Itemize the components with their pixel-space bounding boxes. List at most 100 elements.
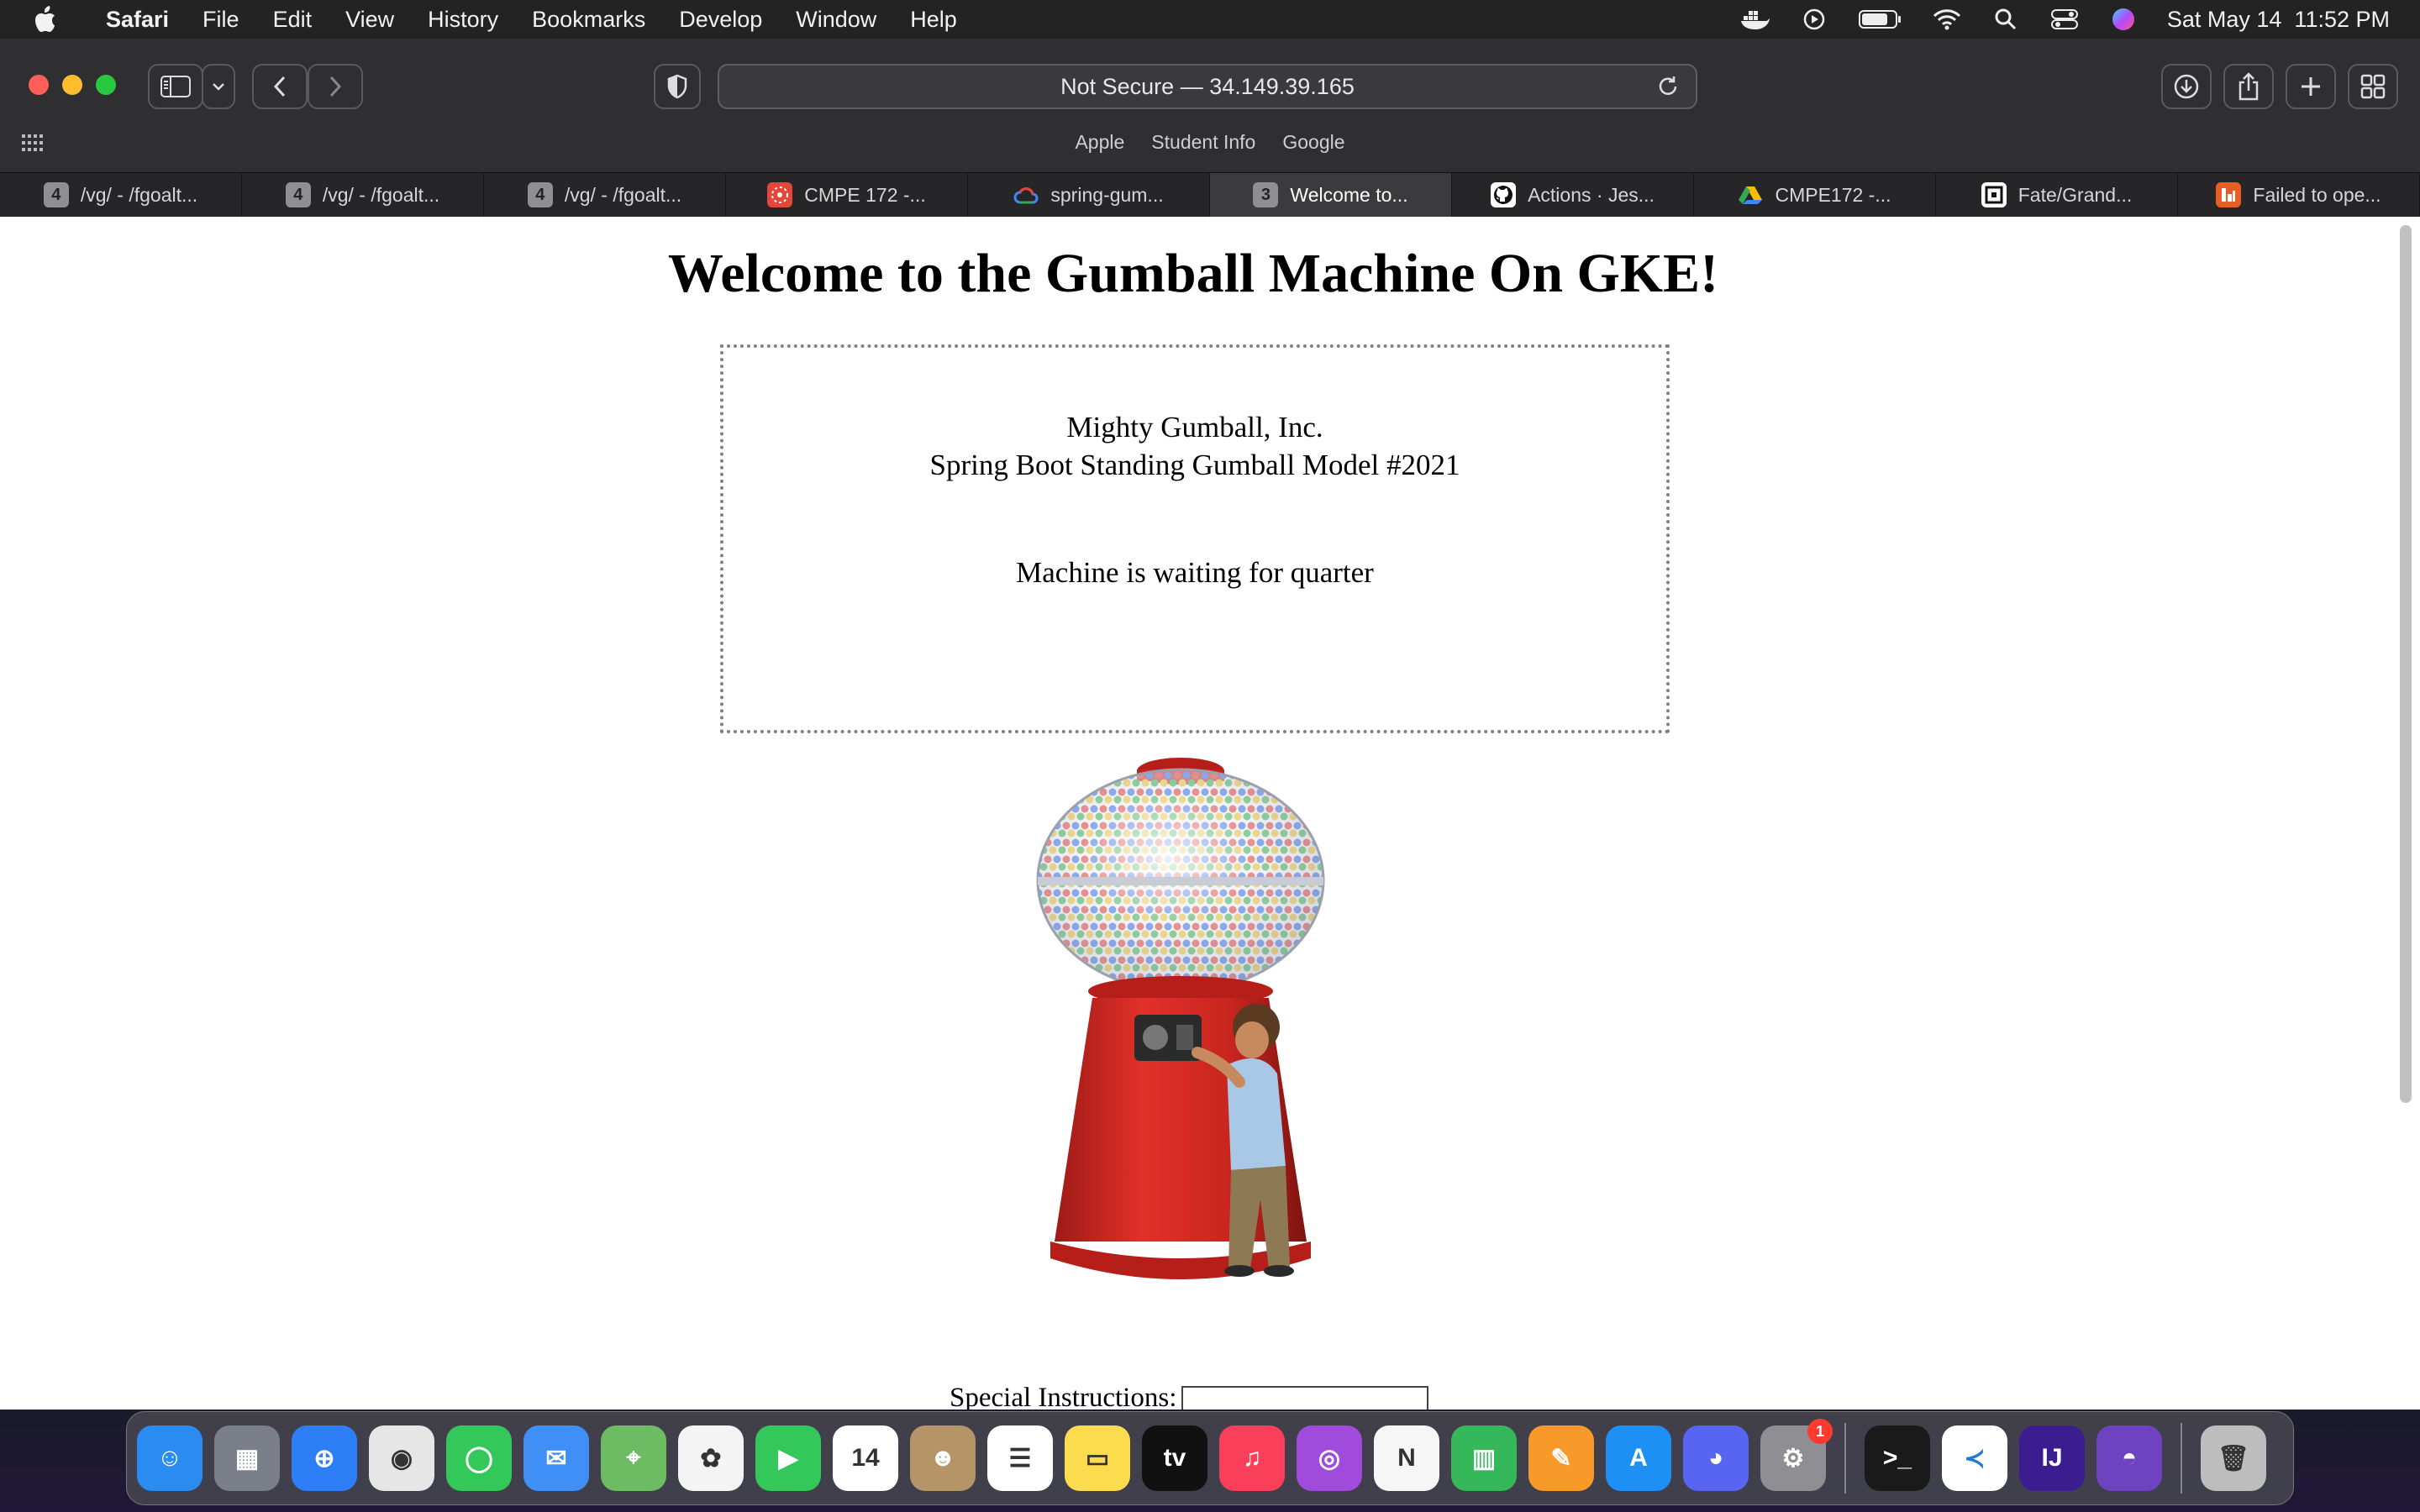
dock-calendar-icon[interactable]: 14	[833, 1425, 898, 1491]
share-button[interactable]	[2223, 64, 2274, 109]
dock-github-desktop-icon[interactable]: ◓	[2096, 1425, 2162, 1491]
dock-chrome-icon[interactable]: ◉	[369, 1425, 434, 1491]
window-zoom-button[interactable]	[96, 75, 116, 95]
media-play-icon[interactable]	[1799, 7, 1829, 32]
dock-pages-icon[interactable]: ✎	[1528, 1425, 1594, 1491]
model-name: Spring Boot Standing Gumball Model #2021	[929, 449, 1460, 481]
tab-bar: 4 /vg/ - /fgoalt... 4 /vg/ - /fgoalt... …	[0, 173, 2420, 217]
dock-separator	[2181, 1423, 2182, 1494]
special-instructions-input[interactable]	[1181, 1386, 1428, 1410]
dock-safari-icon[interactable]: ⊕	[292, 1425, 357, 1491]
dock-photos-icon[interactable]: ✿	[678, 1425, 744, 1491]
sidebar-toggle-button[interactable]	[148, 64, 203, 109]
dock-numbers-icon[interactable]: ▥	[1451, 1425, 1517, 1491]
menu-view[interactable]: View	[329, 0, 411, 39]
tab-overview-button[interactable]	[2348, 64, 2398, 109]
tab-label: Fate/Grand...	[2018, 183, 2133, 206]
menu-edit[interactable]: Edit	[256, 0, 329, 39]
window-minimize-button[interactable]	[62, 75, 82, 95]
tab-welcome-active[interactable]: 3 Welcome to...	[1210, 173, 1452, 217]
share-icon	[2238, 72, 2259, 101]
dock-terminal-icon[interactable]: >_	[1865, 1425, 1930, 1491]
forward-button[interactable]	[308, 64, 363, 109]
tab-badge-icon: 3	[1253, 182, 1279, 207]
tab-fate-grand[interactable]: Fate/Grand...	[1936, 173, 2178, 217]
google-cloud-icon	[1013, 182, 1039, 207]
canvas-icon	[767, 182, 793, 207]
dock-maps-icon[interactable]: ⌖	[601, 1425, 666, 1491]
tab-label: /vg/ - /fgoalt...	[564, 183, 682, 206]
reload-icon[interactable]	[1655, 74, 1681, 99]
menu-window[interactable]: Window	[779, 0, 893, 39]
dock-launchpad-icon[interactable]: ▦	[214, 1425, 280, 1491]
favorite-apple[interactable]: Apple	[1075, 131, 1124, 154]
dock-intellij-icon[interactable]: IJ	[2019, 1425, 2085, 1491]
chevron-left-icon	[273, 76, 286, 97]
tab-vg-2[interactable]: 4 /vg/ - /fgoalt...	[242, 173, 484, 217]
dock-trash-icon[interactable]: 🗑	[2201, 1425, 2266, 1491]
tab-label: CMPE172 -...	[1775, 183, 1891, 206]
dock-podcasts-icon[interactable]: ◎	[1297, 1425, 1362, 1491]
tab-spring-gumball[interactable]: spring-gum...	[968, 173, 1210, 217]
dock-reminders-icon[interactable]: ☰	[987, 1425, 1053, 1491]
dock-discord-icon[interactable]: ◕	[1683, 1425, 1749, 1491]
machine-state: Machine is waiting for quarter	[1016, 556, 1374, 589]
chevron-down-icon	[213, 83, 224, 91]
tab-vg-1[interactable]: 4 /vg/ - /fgoalt...	[0, 173, 242, 217]
wifi-icon[interactable]	[1932, 7, 1962, 32]
back-button[interactable]	[252, 64, 308, 109]
window-close-button[interactable]	[29, 75, 49, 95]
dock-notes-icon[interactable]: ▭	[1065, 1425, 1130, 1491]
dock-vscode-icon[interactable]: ≺	[1942, 1425, 2007, 1491]
tab-cmpe172-canvas[interactable]: CMPE 172 -...	[726, 173, 968, 217]
dock-system-preferences-icon[interactable]: ⚙ 1	[1760, 1419, 1833, 1491]
menu-clock[interactable]: Sat May 14 11:52 PM	[2167, 7, 2390, 33]
spotlight-search-icon[interactable]	[1991, 7, 2021, 32]
page-scrollbar[interactable]	[2400, 225, 2412, 1103]
grid-icon	[2360, 74, 2386, 99]
dock-music-icon[interactable]: ♫	[1219, 1425, 1285, 1491]
menu-help[interactable]: Help	[893, 0, 974, 39]
warning-icon	[2216, 182, 2242, 207]
menu-file[interactable]: File	[186, 0, 256, 39]
tab-vg-3[interactable]: 4 /vg/ - /fgoalt...	[484, 173, 726, 217]
favorite-student-info[interactable]: Student Info	[1151, 131, 1255, 154]
download-icon	[2174, 74, 2199, 99]
battery-icon[interactable]	[1858, 7, 1903, 32]
web-page: Welcome to the Gumball Machine On GKE! M…	[0, 217, 2420, 1410]
dock-tv-icon[interactable]: tv	[1142, 1425, 1207, 1491]
menu-develop[interactable]: Develop	[662, 0, 779, 39]
company-name: Mighty Gumball, Inc.	[1066, 411, 1323, 444]
menu-bookmarks[interactable]: Bookmarks	[515, 0, 662, 39]
privacy-report-button[interactable]	[654, 64, 701, 109]
dock-contacts-icon[interactable]: ☻	[910, 1425, 976, 1491]
favorite-google[interactable]: Google	[1282, 131, 1344, 154]
menu-app-safari[interactable]: Safari	[89, 0, 186, 39]
dock: ☺ ▦ ⊕ ◉ ◯ ✉ ⌖ ✿ ▶ 14 ☻ ☰ ▭ tv ♫ ◎ N ▥ ✎ A ◕ ⚙ 1 >_ ≺ IJ ◓ 🗑	[126, 1411, 2294, 1505]
tab-github-actions[interactable]: Actions · Jes...	[1452, 173, 1694, 217]
sidebar-dropdown-button[interactable]	[202, 64, 235, 109]
dock-finder-icon[interactable]: ☺	[137, 1425, 203, 1491]
dock-mail-icon[interactable]: ✉	[523, 1425, 589, 1491]
tab-cmpe172-drive[interactable]: CMPE172 -...	[1694, 173, 1936, 217]
siri-icon[interactable]	[2108, 7, 2139, 32]
docker-icon[interactable]	[1740, 7, 1770, 32]
dock-messages-icon[interactable]: ◯	[446, 1425, 512, 1491]
tab-failed-to-open[interactable]: Failed to ope...	[2178, 173, 2420, 217]
tab-label: Failed to ope...	[2253, 183, 2381, 206]
dock-app-store-icon[interactable]: A	[1606, 1425, 1671, 1491]
dock-news-icon[interactable]: N	[1374, 1425, 1439, 1491]
apple-menu-icon[interactable]	[30, 6, 64, 33]
address-bar[interactable]: Not Secure — 34.149.39.165	[718, 64, 1697, 109]
dock-facetime-icon[interactable]: ▶	[755, 1425, 821, 1491]
address-text: Not Secure — 34.149.39.165	[1060, 73, 1355, 99]
new-tab-button[interactable]	[2286, 64, 2336, 109]
tab-label: CMPE 172 -...	[804, 183, 926, 206]
favorites-bar: Apple Student Info Google	[0, 131, 2420, 154]
control-center-icon[interactable]	[2049, 7, 2080, 32]
downloads-button[interactable]	[2161, 64, 2212, 109]
menu-history[interactable]: History	[411, 0, 515, 39]
tab-label: Actions · Jes...	[1528, 183, 1655, 206]
sidebar-icon	[160, 76, 191, 97]
gumball-machine-image	[1036, 758, 1325, 1279]
